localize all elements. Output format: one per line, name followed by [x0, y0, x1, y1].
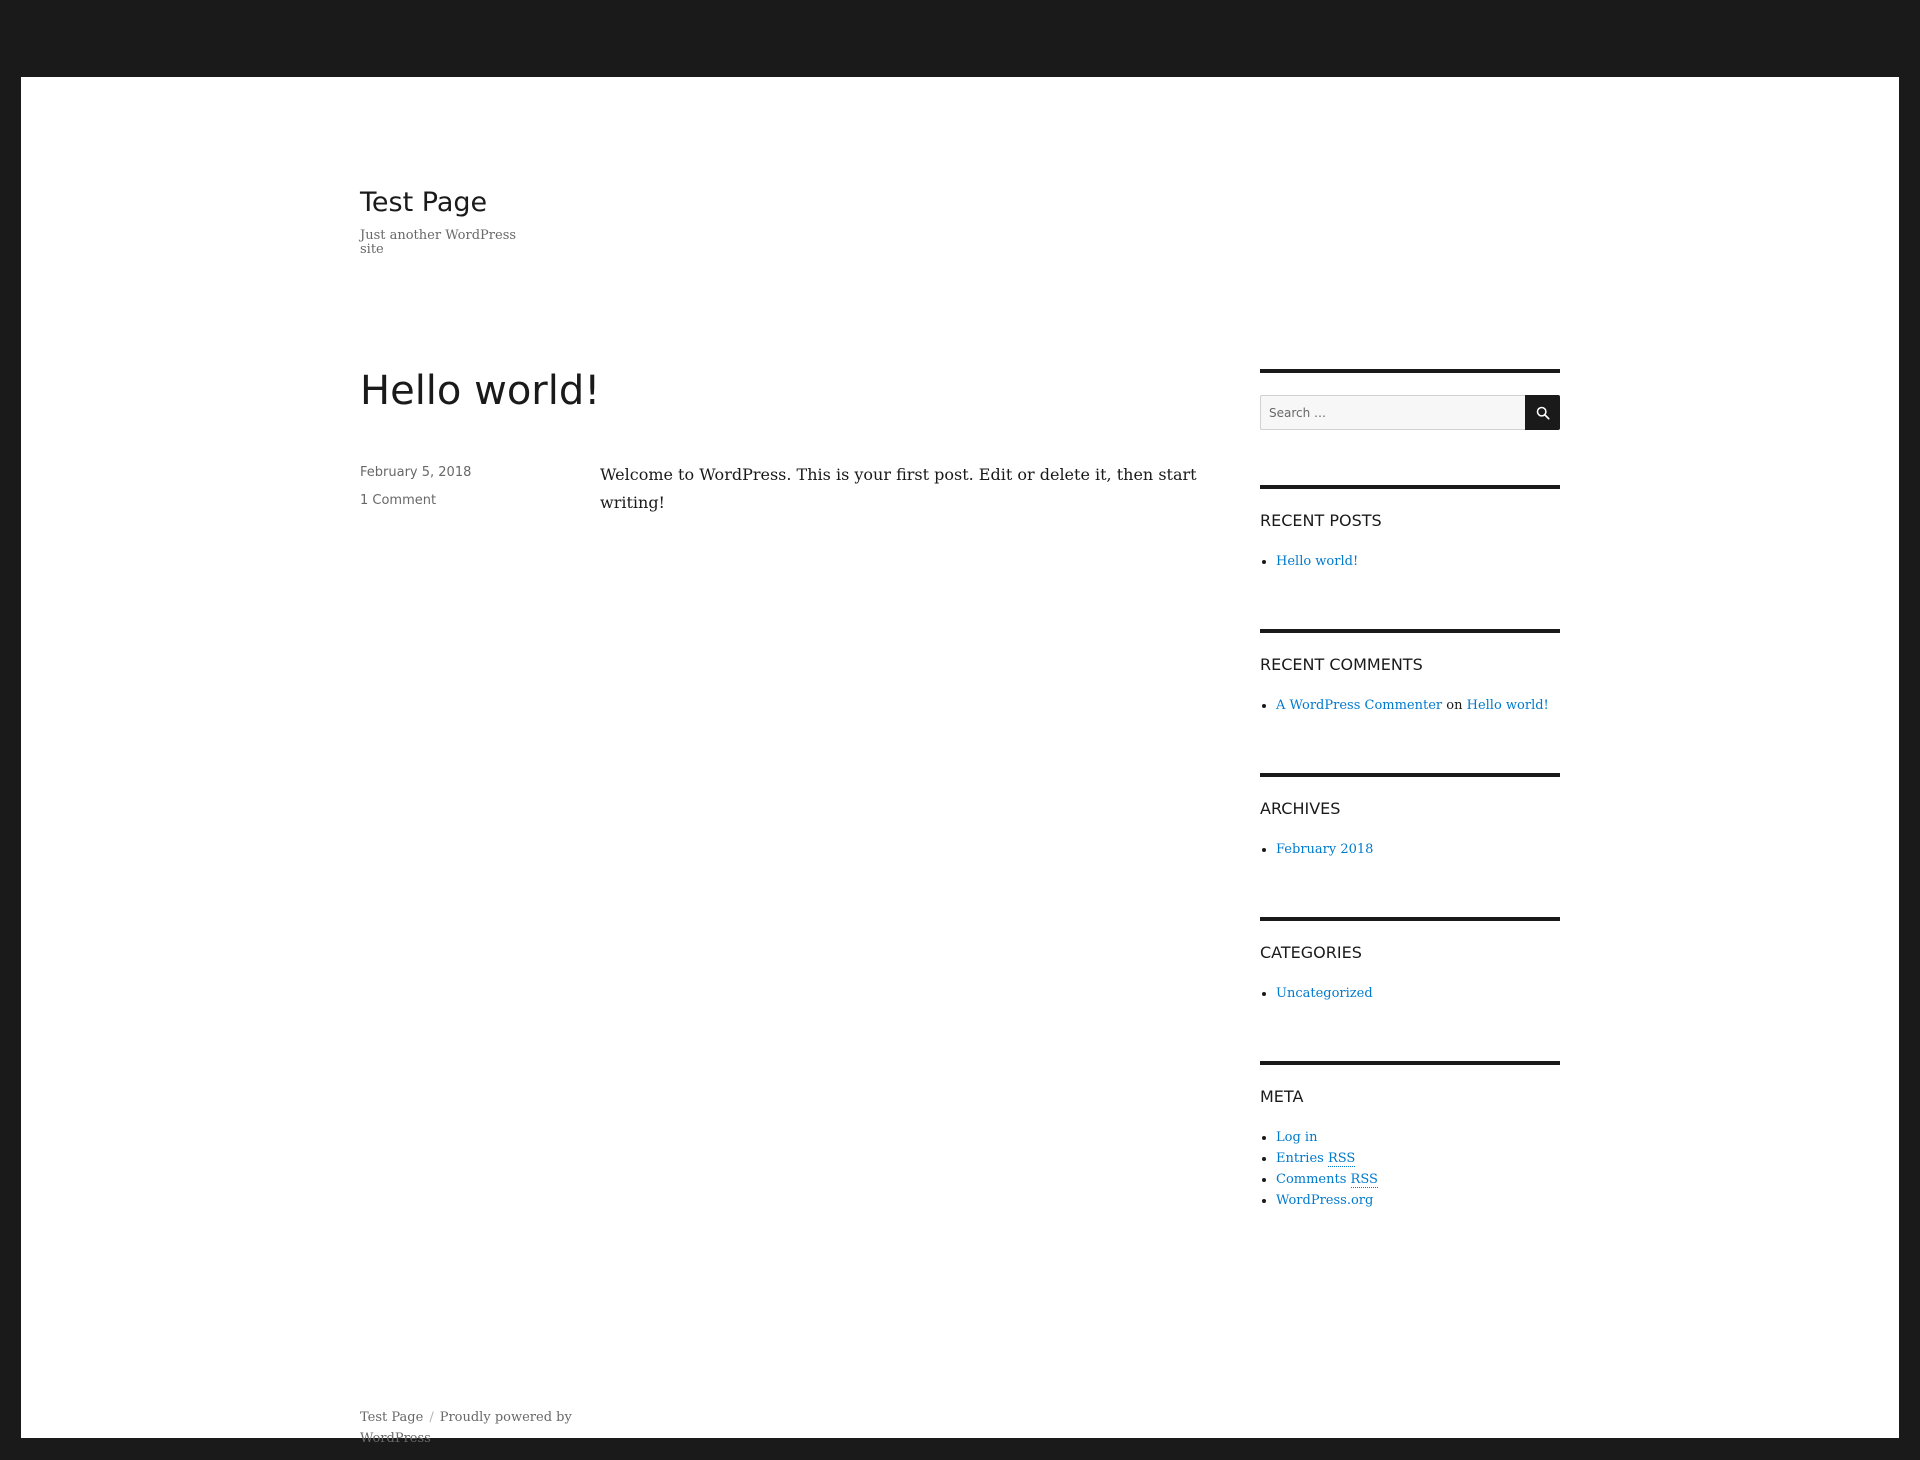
list-item: WordPress.org	[1276, 1190, 1560, 1211]
widget-title-recent-posts: Recent Posts	[1260, 511, 1382, 530]
footer-separator: /	[429, 1410, 434, 1425]
archive-link[interactable]: February 2018	[1276, 842, 1373, 857]
search-form	[1260, 395, 1560, 430]
entries-label: Entries	[1276, 1151, 1324, 1166]
recent-comments-widget: Recent Comments A WordPress Commenter on…	[1260, 629, 1560, 773]
sidebar: Recent Posts Hello world! Recent Comment…	[1260, 369, 1560, 1223]
archives-list: February 2018	[1260, 839, 1560, 860]
list-item: February 2018	[1276, 839, 1560, 860]
widget-title-archives: Archives	[1260, 799, 1341, 818]
meta-list: Log in Entries RSS Comments RSS WordPres…	[1260, 1127, 1560, 1211]
widget-title-recent-comments: Recent Comments	[1260, 655, 1423, 674]
post-date-link[interactable]: February 5, 2018	[360, 465, 471, 480]
list-item: Hello world!	[1276, 551, 1560, 572]
meta-widget: Meta Log in Entries RSS Comments RSS Wor…	[1260, 1061, 1560, 1223]
archives-widget: Archives February 2018	[1260, 773, 1560, 917]
widget-title-meta: Meta	[1260, 1087, 1304, 1106]
log-in-link[interactable]: Log in	[1276, 1130, 1317, 1145]
footer-site-link[interactable]: Test Page	[360, 1410, 423, 1425]
recent-comments-list: A WordPress Commenter on Hello world!	[1260, 695, 1560, 716]
recent-post-link[interactable]: Hello world!	[1276, 554, 1358, 569]
entries-rss-link[interactable]: Entries RSS	[1276, 1151, 1356, 1167]
comments-rss-link[interactable]: Comments RSS	[1276, 1172, 1378, 1188]
site-title-link[interactable]: Test Page	[360, 187, 487, 218]
list-item: A WordPress Commenter on Hello world!	[1276, 695, 1560, 716]
search-icon	[1536, 406, 1550, 420]
rss-abbr: RSS	[1350, 1172, 1378, 1188]
post-content: Welcome to WordPress. This is your first…	[600, 465, 1197, 512]
comment-post-link[interactable]: Hello world!	[1467, 698, 1549, 713]
post-comments-link[interactable]: 1 Comment	[360, 493, 436, 508]
post-title[interactable]: Hello world!	[360, 368, 600, 414]
widget-title-categories: Categories	[1260, 943, 1362, 962]
list-item: Entries RSS	[1276, 1148, 1560, 1169]
comment-author-link[interactable]: A WordPress Commenter	[1276, 698, 1442, 713]
list-item: Uncategorized	[1276, 983, 1560, 1004]
site-description: Just another WordPress site	[360, 228, 517, 257]
categories-list: Uncategorized	[1260, 983, 1560, 1004]
list-item: Log in	[1276, 1127, 1560, 1148]
category-link[interactable]: Uncategorized	[1276, 986, 1373, 1001]
recent-posts-list: Hello world!	[1260, 551, 1560, 572]
categories-widget: Categories Uncategorized	[1260, 917, 1560, 1061]
recent-posts-widget: Recent Posts Hello world!	[1260, 485, 1560, 629]
comments-label: Comments	[1276, 1172, 1347, 1187]
comment-on-text: on	[1446, 698, 1463, 713]
search-input[interactable]	[1260, 395, 1525, 430]
site-footer: Test Page / Proudly powered by WordPress	[360, 1407, 590, 1449]
rss-abbr: RSS	[1327, 1151, 1356, 1167]
list-item: Comments RSS	[1276, 1169, 1560, 1190]
wordpress-org-link[interactable]: WordPress.org	[1276, 1193, 1373, 1208]
search-button[interactable]	[1525, 395, 1560, 430]
search-widget	[1260, 369, 1560, 485]
site-inner: Test Page Just another WordPress site He…	[360, 77, 1582, 1446]
site-page: Test Page Just another WordPress site He…	[21, 77, 1899, 1446]
